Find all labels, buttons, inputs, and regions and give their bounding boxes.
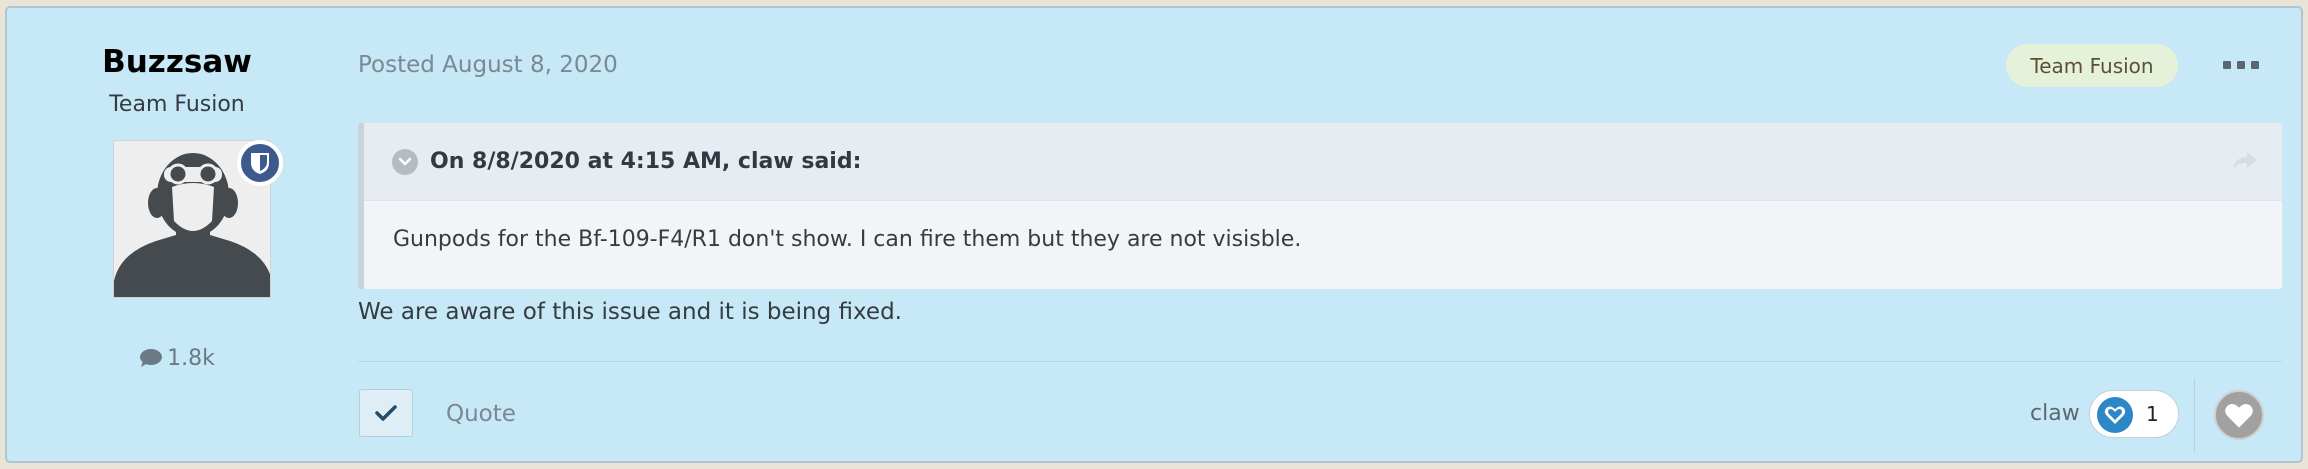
react-button[interactable] — [2214, 390, 2264, 440]
quote-text: Gunpods for the Bf-109-F4/R1 don't show.… — [393, 227, 1302, 252]
divider — [2194, 378, 2195, 452]
more-options-icon[interactable] — [2223, 54, 2259, 76]
author-group: Team Fusion — [109, 92, 245, 117]
post-count-value: 1.8k — [167, 346, 215, 371]
like-heart-icon — [2097, 397, 2133, 433]
author-name[interactable]: Buzzsaw — [7, 44, 347, 80]
reaction-count: 1 — [2146, 402, 2159, 426]
quote-button[interactable]: Quote — [446, 401, 516, 427]
chevron-down-icon[interactable] — [392, 149, 418, 175]
group-badge: Team Fusion — [2006, 44, 2178, 87]
share-arrow-icon[interactable] — [2232, 151, 2258, 175]
shield-icon — [251, 153, 269, 174]
quote-citation: On 8/8/2020 at 4:15 AM, claw said: — [430, 149, 862, 174]
divider — [358, 361, 2282, 362]
heart-icon — [2225, 403, 2253, 428]
post-body: We are aware of this issue and it is bei… — [358, 299, 902, 325]
multiquote-button[interactable] — [359, 389, 413, 437]
checkmark-icon — [375, 405, 397, 421]
quote-block: On 8/8/2020 at 4:15 AM, claw said: Gunpo… — [358, 123, 2282, 289]
comment-icon — [140, 349, 163, 367]
post-count[interactable]: 1.8k — [7, 346, 347, 371]
staff-badge — [237, 140, 283, 186]
quote-header: On 8/8/2020 at 4:15 AM, claw said: — [364, 123, 2282, 201]
author-panel: Buzzsaw Team Fusion 1.8k — [7, 8, 347, 461]
post-date[interactable]: Posted August 8, 2020 — [358, 52, 618, 78]
reaction-summary[interactable]: 1 — [2089, 390, 2179, 438]
forum-post: Buzzsaw Team Fusion 1.8k Posted August 8… — [5, 6, 2303, 463]
reacted-by-user[interactable]: claw — [2030, 401, 2080, 426]
